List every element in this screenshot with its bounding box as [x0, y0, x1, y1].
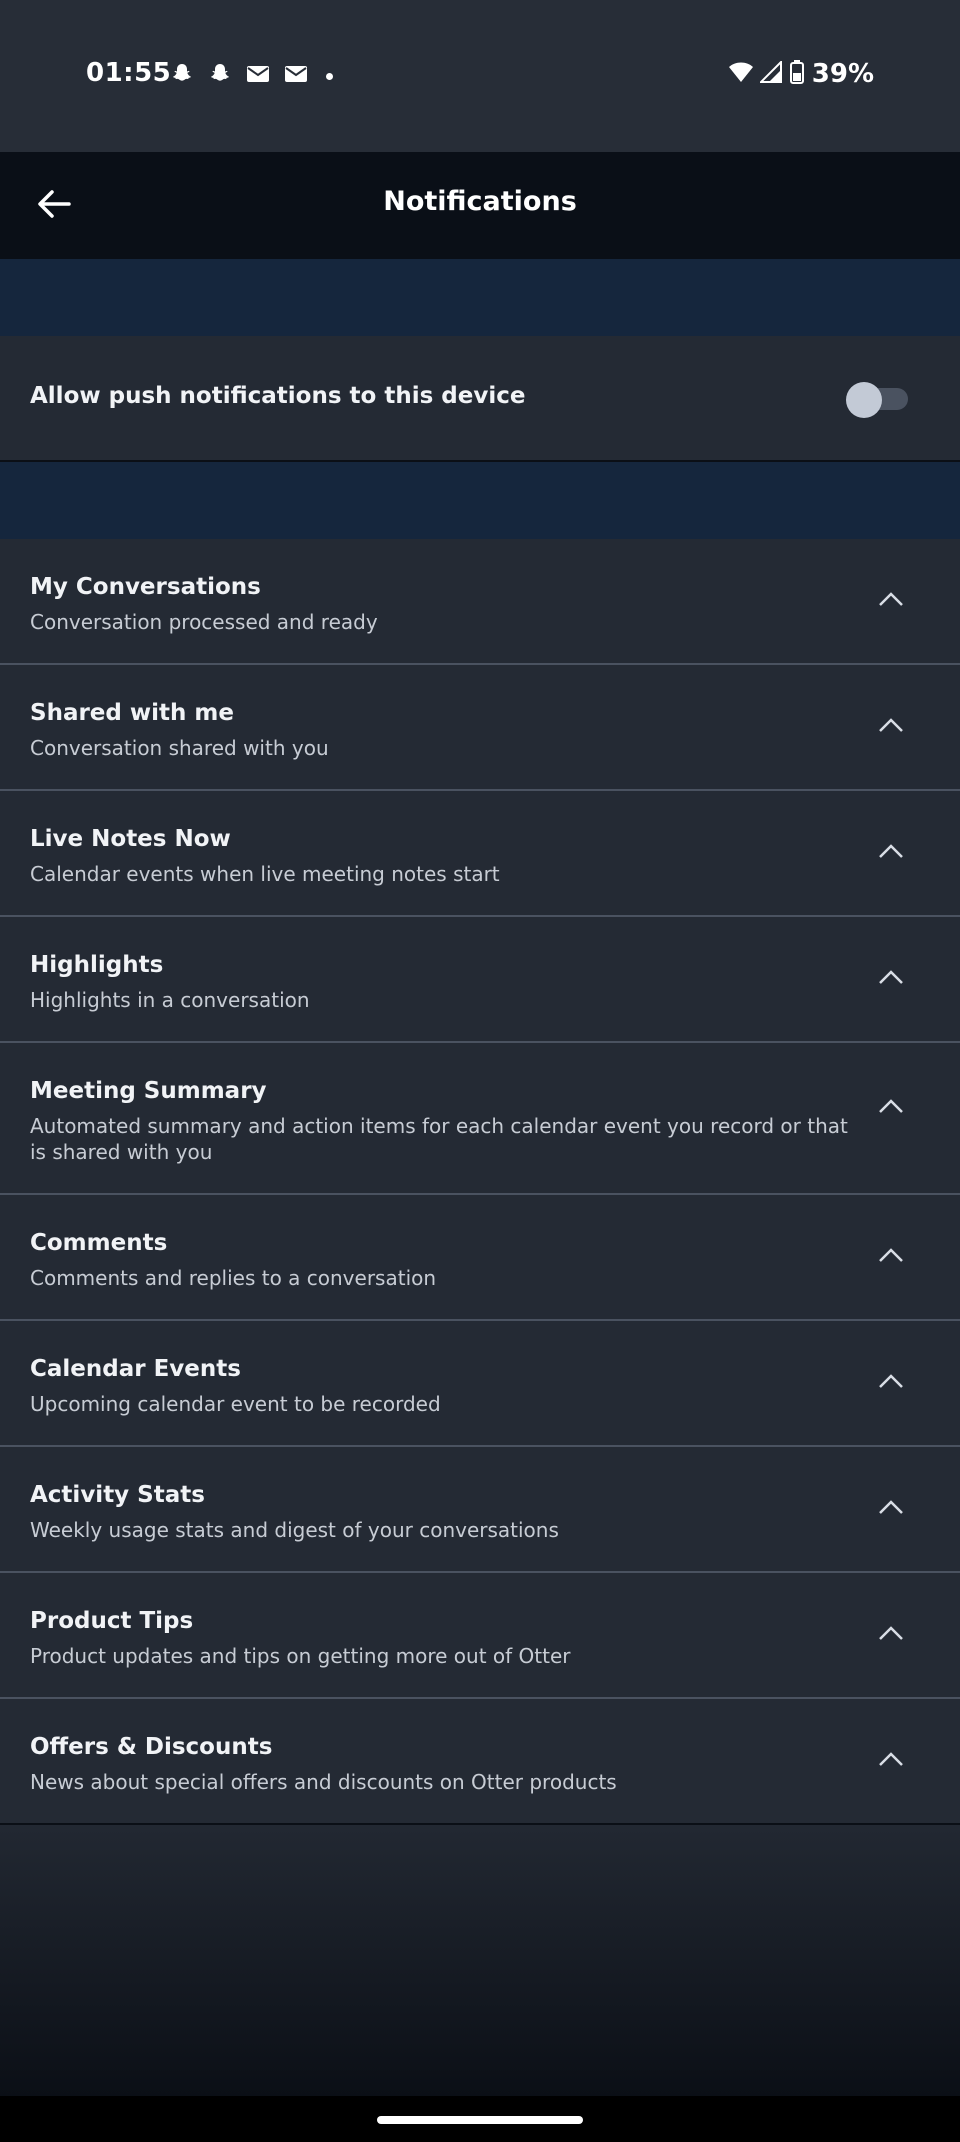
dot-icon	[326, 72, 333, 80]
chevron-up-icon[interactable]	[876, 841, 906, 861]
category-subtitle: Calendar events when live meeting notes …	[30, 862, 500, 886]
notification-category-activity-stats[interactable]: Activity Stats Weekly usage stats and di…	[0, 1447, 960, 1573]
notification-category-my-conversations[interactable]: My Conversations Conversation processed …	[0, 539, 960, 665]
category-subtitle: Product updates and tips on getting more…	[30, 1644, 571, 1668]
chevron-up-icon[interactable]	[876, 1245, 906, 1265]
battery-percent: 39%	[811, 59, 874, 89]
toggle-thumb	[846, 382, 882, 418]
app-bar: Notifications	[0, 152, 960, 259]
home-indicator[interactable]	[377, 2116, 583, 2124]
category-title: Product Tips	[30, 1608, 194, 1634]
category-title: Calendar Events	[30, 1356, 241, 1382]
notification-category-calendar-events[interactable]: Calendar Events Upcoming calendar event …	[0, 1321, 960, 1447]
snapchat-icon	[208, 62, 232, 90]
category-subtitle: News about special offers and discounts …	[30, 1770, 617, 1794]
category-subtitle: Highlights in a conversation	[30, 988, 310, 1012]
category-title: Live Notes Now	[30, 826, 231, 852]
notification-category-list: My Conversations Conversation processed …	[0, 539, 960, 1825]
bottom-fade	[0, 1826, 960, 2096]
notification-category-shared-with-me[interactable]: Shared with me Conversation shared with …	[0, 665, 960, 791]
notification-category-product-tips[interactable]: Product Tips Product updates and tips on…	[0, 1573, 960, 1699]
category-title: Meeting Summary	[30, 1078, 267, 1104]
wifi-icon	[728, 61, 754, 87]
category-title: Activity Stats	[30, 1482, 205, 1508]
status-system-icons: 39%	[728, 58, 874, 90]
mail-icon	[246, 64, 270, 88]
category-subtitle: Conversation processed and ready	[30, 610, 378, 634]
notification-category-highlights[interactable]: Highlights Highlights in a conversation	[0, 917, 960, 1043]
notification-category-offers-discounts[interactable]: Offers & Discounts News about special of…	[0, 1699, 960, 1825]
category-subtitle: Weekly usage stats and digest of your co…	[30, 1518, 559, 1542]
status-notification-icons	[156, 62, 333, 90]
chevron-up-icon[interactable]	[876, 967, 906, 987]
snapchat-icon	[170, 62, 194, 90]
chevron-up-icon[interactable]	[876, 1623, 906, 1643]
push-notifications-label: Allow push notifications to this device	[30, 383, 526, 409]
category-title: Highlights	[30, 952, 164, 978]
section-divider-band	[0, 462, 960, 539]
notification-category-live-notes-now[interactable]: Live Notes Now Calendar events when live…	[0, 791, 960, 917]
status-bar: 01:55 39%	[0, 0, 960, 152]
notifications-screen: 01:55 39% Notifications Allow push notif…	[0, 0, 960, 2142]
chevron-up-icon[interactable]	[876, 1497, 906, 1517]
section-divider-band	[0, 259, 960, 336]
push-notifications-row[interactable]: Allow push notifications to this device	[0, 336, 960, 462]
notification-category-comments[interactable]: Comments Comments and replies to a conve…	[0, 1195, 960, 1321]
category-title: My Conversations	[30, 574, 261, 600]
category-subtitle: Comments and replies to a conversation	[30, 1266, 437, 1290]
chevron-up-icon[interactable]	[876, 1371, 906, 1391]
category-subtitle: Upcoming calendar event to be recorded	[30, 1392, 441, 1416]
system-navigation-bar	[0, 2096, 960, 2142]
signal-icon	[758, 59, 782, 87]
push-notifications-toggle[interactable]	[846, 382, 910, 418]
category-title: Shared with me	[30, 700, 234, 726]
category-subtitle: Automated summary and action items for e…	[30, 1114, 848, 1164]
category-subtitle: Conversation shared with you	[30, 736, 329, 760]
chevron-up-icon[interactable]	[876, 589, 906, 609]
category-title: Comments	[30, 1230, 168, 1256]
chevron-up-icon[interactable]	[876, 1749, 906, 1769]
page-title: Notifications	[383, 186, 577, 217]
mail-icon	[284, 64, 308, 88]
chevron-up-icon[interactable]	[876, 715, 906, 735]
chevron-up-icon[interactable]	[876, 1096, 906, 1116]
notification-category-meeting-summary[interactable]: Meeting Summary Automated summary and ac…	[0, 1043, 960, 1195]
battery-icon	[789, 60, 804, 88]
category-title: Offers & Discounts	[30, 1734, 273, 1760]
